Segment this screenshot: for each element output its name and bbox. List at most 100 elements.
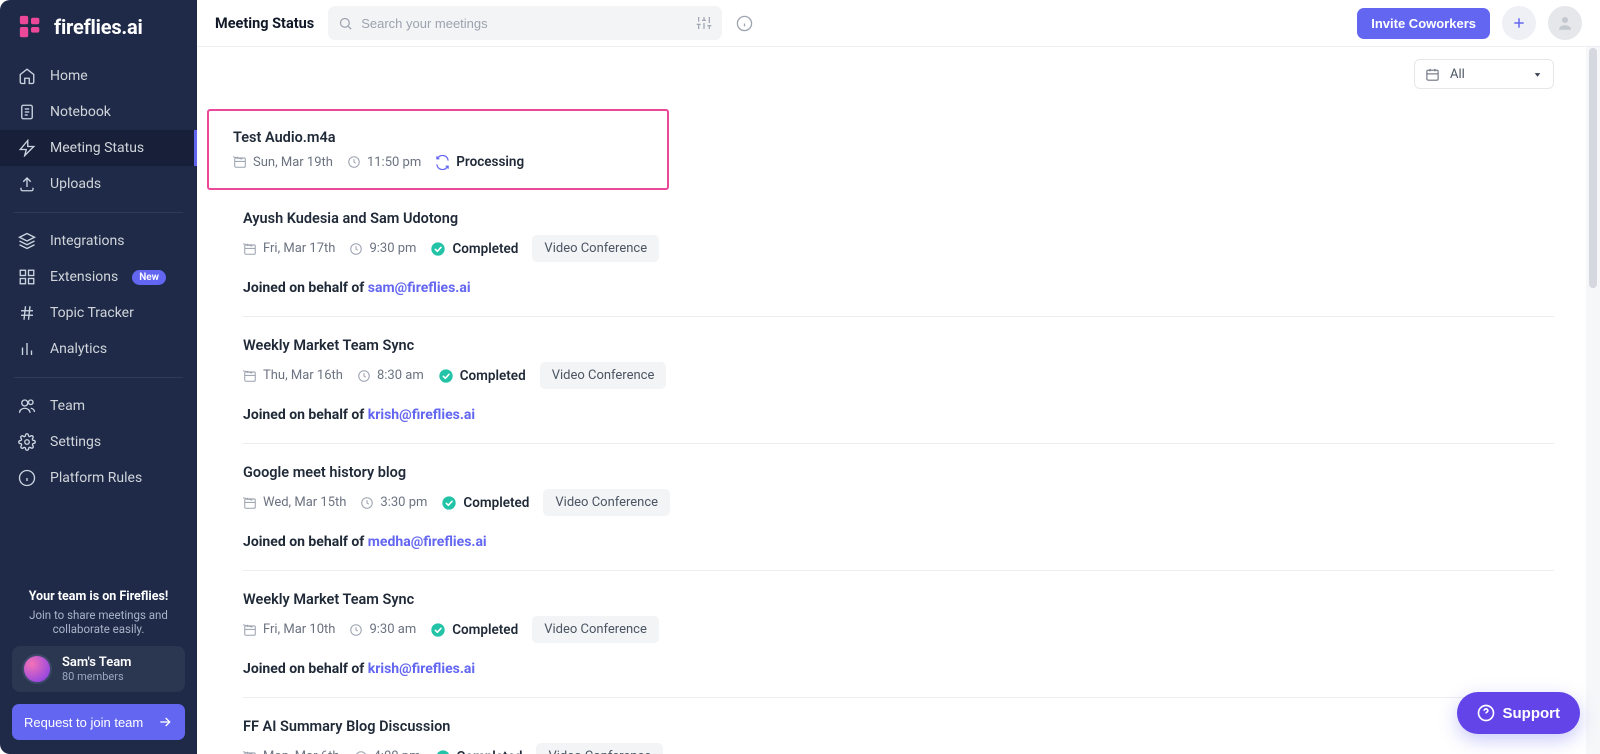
meeting-title: Test Audio.m4a — [233, 129, 643, 146]
sidebar-item-uploads[interactable]: Uploads — [0, 166, 197, 202]
team-note-title: Your team is on Fireflies! — [12, 589, 185, 604]
meeting-meta-row: Thu, Mar 16th8:30 amCompletedVideo Confe… — [243, 362, 1554, 389]
calendar-icon — [1425, 67, 1440, 82]
joined-email-link[interactable]: krish@fireflies.ai — [368, 407, 475, 423]
meeting-time: 4:00 pm — [354, 749, 421, 754]
sidebar-item-extensions[interactable]: Extensions New — [0, 259, 197, 295]
team-card[interactable]: Sam's Team 80 members — [12, 646, 185, 692]
brand-name: fireflies.ai — [54, 15, 143, 39]
meeting-time: 9:30 pm — [349, 241, 416, 256]
sync-icon — [435, 155, 450, 170]
search-input[interactable] — [361, 16, 688, 31]
meeting-card[interactable]: Weekly Market Team SyncFri, Mar 10th9:30… — [243, 571, 1554, 698]
sidebar-item-notebook[interactable]: Notebook — [0, 94, 197, 130]
calendar-icon — [243, 369, 257, 383]
sidebar-item-analytics[interactable]: Analytics — [0, 331, 197, 367]
joined-email-link[interactable]: medha@fireflies.ai — [368, 534, 487, 550]
gear-icon — [18, 433, 36, 451]
sidebar-item-team[interactable]: Team — [0, 388, 197, 424]
joined-on-behalf: Joined on behalf of krish@fireflies.ai — [243, 407, 1554, 423]
sidebar-item-label: Team — [50, 398, 85, 414]
sidebar-item-label: Topic Tracker — [50, 305, 134, 321]
sidebar-item-topic-tracker[interactable]: Topic Tracker — [0, 295, 197, 331]
invite-coworkers-button[interactable]: Invite Coworkers — [1357, 8, 1490, 39]
search-box[interactable] — [328, 6, 722, 40]
meeting-card[interactable]: Test Audio.m4a Sun, Mar 19th 11:50 pm Proce… — [207, 109, 669, 190]
sidebar-item-label: Extensions — [50, 269, 118, 285]
add-button[interactable] — [1502, 6, 1536, 40]
meeting-time: 3:30 pm — [360, 495, 427, 510]
info-icon[interactable] — [736, 15, 753, 32]
sidebar-item-home[interactable]: Home — [0, 58, 197, 94]
meeting-meta-row: Mon, Mar 6th4:00 pmCompletedVideo Confer… — [243, 743, 1554, 754]
meeting-card[interactable]: Google meet history blogWed, Mar 15th3:3… — [243, 444, 1554, 571]
sidebar-item-settings[interactable]: Settings — [0, 424, 197, 460]
clock-icon — [357, 369, 371, 383]
help-icon — [1477, 704, 1495, 722]
meeting-date: Sun, Mar 19th — [233, 155, 333, 170]
calendar-icon — [243, 242, 257, 256]
meeting-tag: Video Conference — [540, 362, 667, 389]
meeting-title: Ayush Kudesia and Sam Udotong — [243, 210, 1554, 227]
joined-email-link[interactable]: krish@fireflies.ai — [368, 661, 475, 677]
nav-separator — [14, 377, 183, 378]
meeting-status: Completed — [438, 368, 526, 384]
meeting-date: Fri, Mar 17th — [243, 241, 335, 256]
sliders-icon[interactable] — [696, 15, 712, 31]
meeting-status: Processing — [435, 154, 524, 170]
sidebar-item-platform-rules[interactable]: Platform Rules — [0, 460, 197, 496]
top-bar: Meeting Status Invite Coworkers — [197, 0, 1600, 47]
team-avatar-icon — [22, 654, 52, 684]
sidebar-item-integrations[interactable]: Integrations — [0, 223, 197, 259]
page-title: Meeting Status — [215, 15, 314, 32]
info-icon — [18, 469, 36, 487]
bar-chart-icon — [18, 340, 36, 358]
user-icon — [1556, 14, 1574, 32]
clock-icon — [354, 750, 368, 754]
upload-icon — [18, 175, 36, 193]
grid-icon — [18, 268, 36, 286]
sidebar-bottom: Your team is on Fireflies! Join to share… — [0, 589, 197, 754]
meeting-card[interactable]: Ayush Kudesia and Sam Udotong Fri, Mar 17… — [243, 190, 1554, 317]
brand-logo[interactable]: fireflies.ai — [0, 0, 197, 58]
check-circle-icon — [430, 622, 446, 638]
support-button[interactable]: Support — [1457, 692, 1581, 734]
meeting-date: Fri, Mar 10th — [243, 622, 335, 637]
meeting-meta-row: Fri, Mar 10th9:30 amCompletedVideo Confe… — [243, 616, 1554, 643]
meeting-tag: Video Conference — [532, 616, 659, 643]
search-icon — [338, 16, 353, 31]
meeting-time: 11:50 pm — [347, 155, 421, 170]
meeting-list: Test Audio.m4a Sun, Mar 19th 11:50 pm Proce… — [197, 95, 1600, 754]
filter-select[interactable]: All — [1414, 59, 1554, 89]
check-circle-icon — [430, 241, 446, 257]
meeting-title: Google meet history blog — [243, 464, 1554, 481]
calendar-icon — [243, 623, 257, 637]
request-join-button[interactable]: Request to join team — [12, 704, 185, 740]
team-members: 80 members — [62, 670, 131, 683]
meeting-date: Thu, Mar 16th — [243, 368, 343, 383]
sidebar-item-label: Platform Rules — [50, 470, 142, 486]
main-content: All Test Audio.m4a Sun, Mar 19th 11:50 pm P… — [197, 47, 1600, 754]
joined-email-link[interactable]: sam@fireflies.ai — [368, 280, 471, 296]
meeting-status: Completed — [430, 622, 518, 638]
sidebar-item-label: Home — [50, 68, 88, 84]
notebook-icon — [18, 103, 36, 121]
sidebar-nav: Home Notebook Meeting Status Uploads Int… — [0, 58, 197, 496]
sidebar-item-label: Notebook — [50, 104, 111, 120]
sidebar-item-label: Settings — [50, 434, 101, 450]
sidebar-item-meeting-status[interactable]: Meeting Status — [0, 130, 197, 166]
meeting-card[interactable]: FF AI Summary Blog DiscussionMon, Mar 6t… — [243, 698, 1554, 754]
meeting-card[interactable]: Weekly Market Team SyncThu, Mar 16th8:30… — [243, 317, 1554, 444]
chevron-down-icon — [1532, 69, 1543, 80]
sidebar-item-label: Meeting Status — [50, 140, 144, 156]
user-avatar[interactable] — [1548, 6, 1582, 40]
meeting-status: Completed — [441, 495, 529, 511]
sidebar-item-label: Integrations — [50, 233, 124, 249]
check-circle-icon — [441, 495, 457, 511]
meeting-date: Mon, Mar 6th — [243, 749, 340, 754]
clock-icon — [349, 623, 363, 637]
meeting-tag: Video Conference — [532, 235, 659, 262]
sidebar-item-label: Analytics — [50, 341, 107, 357]
check-circle-icon — [438, 368, 454, 384]
calendar-icon — [243, 750, 257, 754]
